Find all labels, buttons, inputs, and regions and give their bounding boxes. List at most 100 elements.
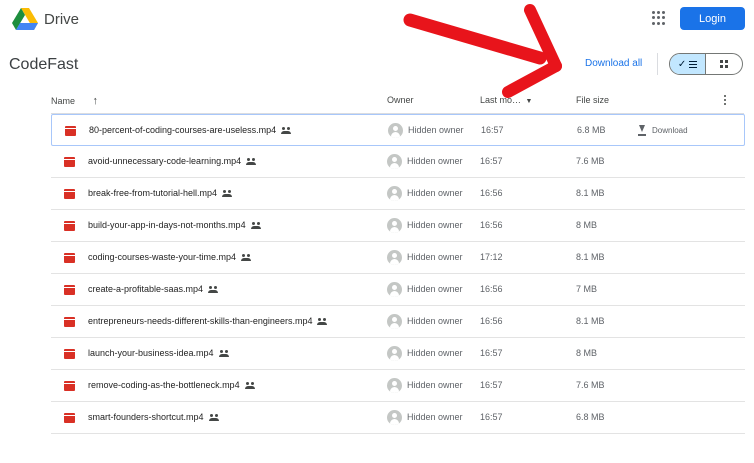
modified-time: 16:56 bbox=[480, 284, 503, 294]
file-name-text: break-free-from-tutorial-hell.mp4 bbox=[88, 188, 218, 198]
modified-time: 16:56 bbox=[480, 220, 503, 230]
video-file-icon bbox=[64, 413, 75, 423]
row-download-button[interactable]: Download bbox=[637, 123, 688, 137]
shared-icon bbox=[317, 318, 328, 326]
file-size: 7 MB bbox=[576, 284, 598, 294]
file-name-text: smart-founders-shortcut.mp4 bbox=[88, 412, 204, 422]
table-row[interactable]: smart-founders-shortcut.mp4 Hidden owner… bbox=[51, 402, 745, 434]
toolbar-divider bbox=[657, 53, 658, 75]
video-file-icon bbox=[64, 285, 75, 295]
owner-name: Hidden owner bbox=[407, 156, 463, 166]
column-header-size[interactable]: File size bbox=[576, 95, 609, 105]
file-size: 6.8 MB bbox=[576, 412, 605, 422]
owner-avatar-icon bbox=[387, 346, 402, 361]
owner-avatar-icon bbox=[387, 218, 402, 233]
table-row[interactable]: avoid-unnecessary-code-learning.mp4 Hidd… bbox=[51, 146, 745, 178]
file-name[interactable]: entrepreneurs-needs-different-skills-tha… bbox=[88, 316, 328, 326]
sort-arrow-icon[interactable]: ↑ bbox=[93, 95, 99, 107]
file-size: 8 MB bbox=[576, 348, 598, 358]
modified-time: 16:57 bbox=[481, 125, 504, 135]
shared-icon bbox=[218, 350, 230, 358]
modified-time: 16:57 bbox=[480, 156, 503, 166]
table-row[interactable]: break-free-from-tutorial-hell.mp4 Hidden… bbox=[51, 178, 745, 210]
table-row[interactable]: build-your-app-in-days-not-months.mp4 Hi… bbox=[51, 210, 745, 242]
file-name[interactable]: break-free-from-tutorial-hell.mp4 bbox=[88, 188, 233, 198]
file-name[interactable]: remove-coding-as-the-bottleneck.mp4 bbox=[88, 380, 256, 390]
drive-logo-icon[interactable] bbox=[12, 8, 38, 30]
video-file-icon bbox=[64, 349, 75, 359]
view-toggle: ✓ bbox=[669, 53, 743, 75]
modified-time: 16:56 bbox=[480, 316, 503, 326]
file-name-text: build-your-app-in-days-not-months.mp4 bbox=[88, 220, 246, 230]
table-row[interactable]: 80-percent-of-coding-courses-are-useless… bbox=[51, 114, 745, 146]
file-size: 7.6 MB bbox=[576, 156, 605, 166]
file-name[interactable]: smart-founders-shortcut.mp4 bbox=[88, 412, 220, 422]
table-row[interactable]: coding-courses-waste-your-time.mp4 Hidde… bbox=[51, 242, 745, 274]
modified-time: 16:57 bbox=[480, 412, 503, 422]
column-header-name[interactable]: Name ↑ bbox=[51, 95, 98, 107]
file-name[interactable]: avoid-unnecessary-code-learning.mp4 bbox=[88, 156, 257, 166]
grid-view-button[interactable] bbox=[706, 54, 742, 74]
owner-name: Hidden owner bbox=[407, 284, 463, 294]
video-file-icon bbox=[64, 221, 75, 231]
column-header-owner[interactable]: Owner bbox=[387, 95, 414, 105]
file-name[interactable]: coding-courses-waste-your-time.mp4 bbox=[88, 252, 252, 262]
check-icon: ✓ bbox=[677, 58, 687, 70]
video-file-icon bbox=[64, 381, 75, 391]
owner-avatar-icon bbox=[387, 154, 402, 169]
owner-avatar-icon bbox=[387, 410, 402, 425]
file-name[interactable]: create-a-profitable-saas.mp4 bbox=[88, 284, 219, 294]
file-name[interactable]: launch-your-business-idea.mp4 bbox=[88, 348, 230, 358]
file-name[interactable]: build-your-app-in-days-not-months.mp4 bbox=[88, 220, 262, 230]
owner-name: Hidden owner bbox=[407, 316, 463, 326]
owner-name: Hidden owner bbox=[407, 220, 463, 230]
owner-name: Hidden owner bbox=[407, 412, 463, 422]
file-size: 8.1 MB bbox=[576, 316, 605, 326]
file-size: 8.1 MB bbox=[576, 252, 605, 262]
file-list: 80-percent-of-coding-courses-are-useless… bbox=[51, 114, 745, 434]
modified-time: 16:56 bbox=[480, 188, 503, 198]
file-name[interactable]: 80-percent-of-coding-courses-are-useless… bbox=[89, 125, 292, 135]
file-name-text: avoid-unnecessary-code-learning.mp4 bbox=[88, 156, 242, 166]
shared-icon bbox=[250, 222, 262, 230]
table-row[interactable]: launch-your-business-idea.mp4 Hidden own… bbox=[51, 338, 745, 370]
video-file-icon bbox=[65, 126, 76, 136]
column-header-modified[interactable]: Last mo… ▼ bbox=[480, 95, 532, 105]
modified-time: 16:57 bbox=[480, 348, 503, 358]
file-size: 6.8 MB bbox=[577, 125, 606, 135]
shared-icon bbox=[222, 190, 233, 198]
download-icon bbox=[637, 124, 647, 136]
shared-icon bbox=[241, 254, 252, 262]
table-row[interactable]: create-a-profitable-saas.mp4 Hidden owne… bbox=[51, 274, 745, 306]
owner-avatar-icon bbox=[387, 186, 402, 201]
table-row[interactable]: entrepreneurs-needs-different-skills-tha… bbox=[51, 306, 745, 338]
file-size: 8.1 MB bbox=[576, 188, 605, 198]
apps-grid-icon[interactable] bbox=[652, 11, 666, 25]
owner-name: Hidden owner bbox=[407, 348, 463, 358]
video-file-icon bbox=[64, 317, 75, 327]
file-name-text: launch-your-business-idea.mp4 bbox=[88, 348, 214, 358]
list-view-button[interactable]: ✓ bbox=[670, 54, 707, 74]
file-name-text: coding-courses-waste-your-time.mp4 bbox=[88, 252, 237, 262]
owner-name: Hidden owner bbox=[407, 252, 463, 262]
owner-avatar-icon bbox=[387, 250, 402, 265]
modified-time: 17:12 bbox=[480, 252, 503, 262]
video-file-icon bbox=[64, 157, 75, 167]
download-all-button[interactable]: Download all bbox=[585, 58, 642, 69]
owner-name: Hidden owner bbox=[407, 188, 463, 198]
owner-name: Hidden owner bbox=[408, 125, 464, 135]
table-row[interactable]: remove-coding-as-the-bottleneck.mp4 Hidd… bbox=[51, 370, 745, 402]
file-name-text: 80-percent-of-coding-courses-are-useless… bbox=[89, 125, 277, 135]
grid-icon bbox=[720, 60, 728, 68]
row-download-label: Download bbox=[652, 125, 688, 135]
login-button[interactable]: Login bbox=[680, 7, 745, 30]
more-options-icon[interactable] bbox=[724, 95, 728, 105]
owner-name: Hidden owner bbox=[407, 380, 463, 390]
folder-title: CodeFast bbox=[9, 56, 79, 73]
top-bar: Drive Login bbox=[0, 0, 754, 40]
video-file-icon bbox=[64, 253, 75, 263]
file-size: 8 MB bbox=[576, 220, 598, 230]
shared-icon bbox=[281, 127, 292, 135]
shared-icon bbox=[246, 158, 257, 166]
modified-time: 16:57 bbox=[480, 380, 503, 390]
